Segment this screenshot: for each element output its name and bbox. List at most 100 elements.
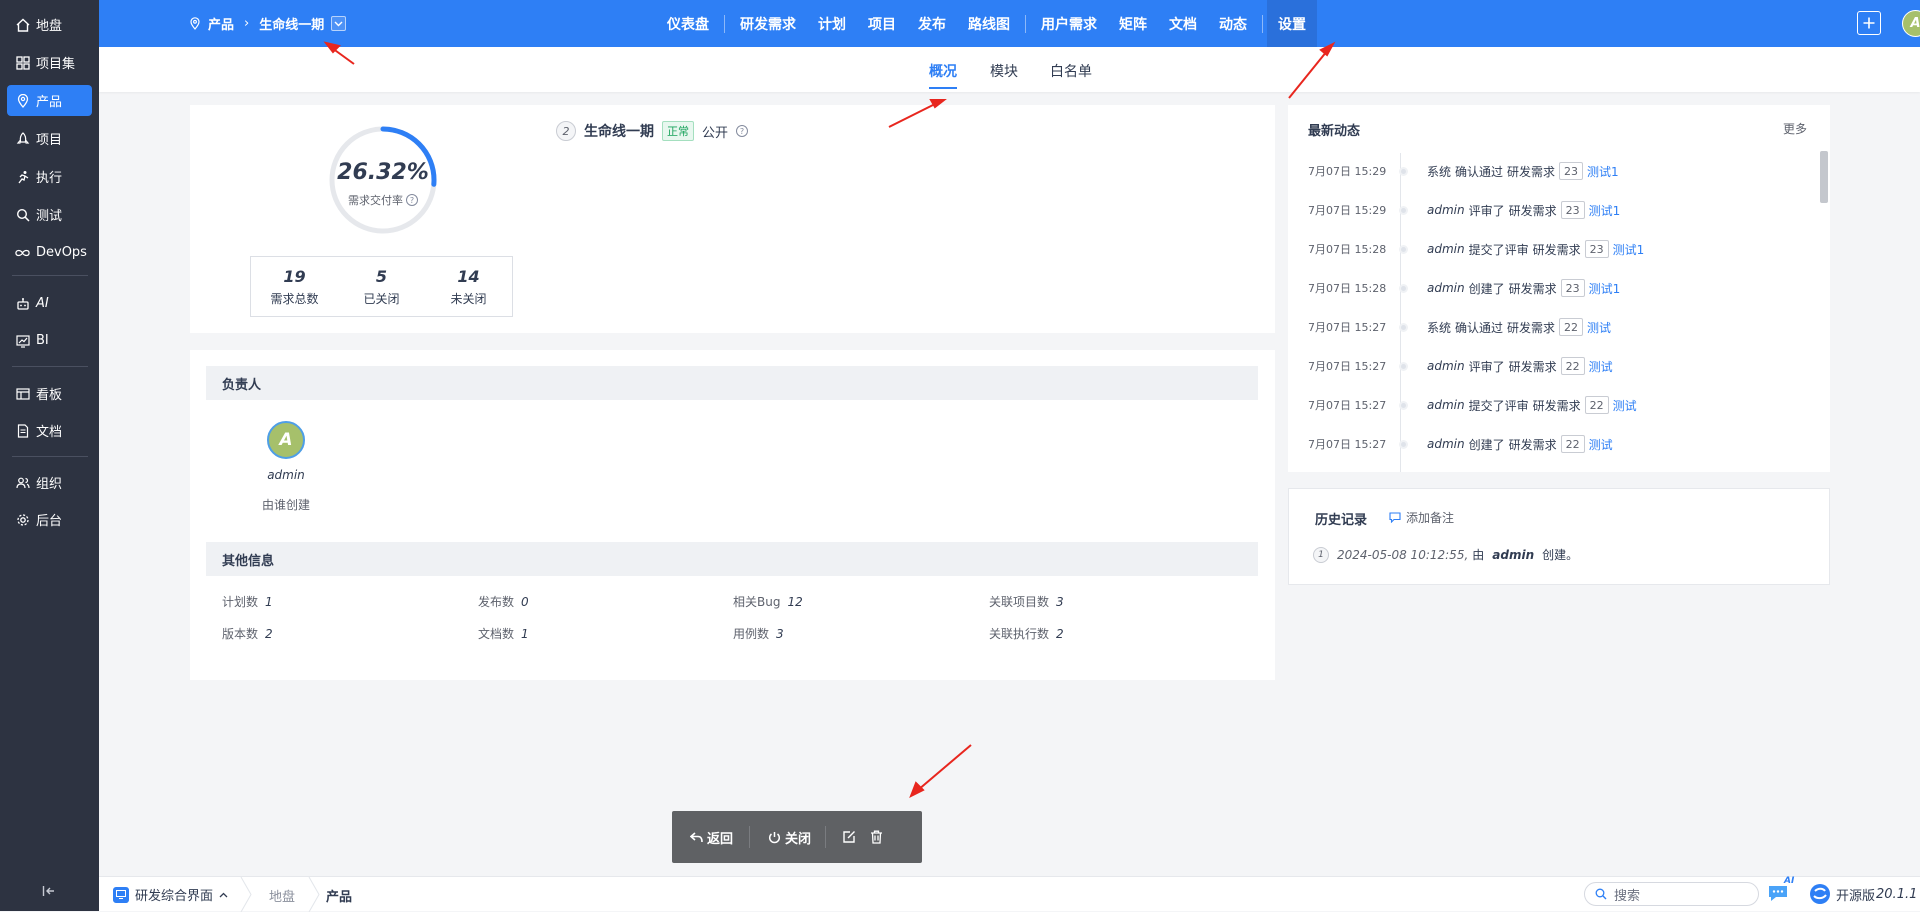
info-bug-count: 相关Bug 12 xyxy=(733,595,803,609)
nav-plan[interactable]: 计划 xyxy=(807,0,857,47)
product-switch-dropdown[interactable] xyxy=(331,16,347,31)
activity-row: 7月07日 15:27 admin 评审了 研发需求 22 测试 xyxy=(1308,356,1828,376)
ai-assistant-button[interactable]: AI xyxy=(1767,876,1794,906)
section-title: 负责人 xyxy=(222,377,262,393)
help-icon[interactable]: ? xyxy=(736,125,749,137)
stat-open[interactable]: 14 未关闭 xyxy=(425,257,512,316)
zentao-logo-icon xyxy=(1810,884,1830,904)
sidebar-item-project[interactable]: 项目 xyxy=(7,123,92,154)
activity-actor: admin xyxy=(1427,203,1465,217)
stat-value: 5 xyxy=(375,266,388,286)
sidebar-item-doc[interactable]: 文档 xyxy=(7,415,92,446)
sidebar-item-label: DevOps xyxy=(36,245,87,260)
sidebar-item-kanban[interactable]: 看板 xyxy=(7,378,92,409)
close-button[interactable]: 关闭 xyxy=(750,811,825,863)
sidebar-item-bi[interactable]: BI xyxy=(7,325,92,356)
nav-separator xyxy=(1262,14,1263,33)
stat-label: 未关闭 xyxy=(450,291,487,306)
power-icon xyxy=(769,831,781,843)
edition-info[interactable]: 开源版 20.1.1 xyxy=(1809,883,1917,905)
edit-button[interactable] xyxy=(826,811,864,863)
stat-closed[interactable]: 5 已关闭 xyxy=(338,257,425,316)
activity-text: 系统 确认通过 研发需求 23 测试1 xyxy=(1427,162,1619,180)
sidebar-item-label: 项目集 xyxy=(36,57,76,72)
activity-row: 7月07日 15:27 系统 确认通过 研发需求 22 测试 xyxy=(1308,317,1828,337)
product-name: 生命线一期 xyxy=(584,124,654,140)
back-button[interactable]: 返回 xyxy=(672,811,749,863)
activity-object-link[interactable]: 测试 xyxy=(1589,358,1613,375)
activity-object-link[interactable]: 测试 xyxy=(1587,319,1611,336)
help-icon[interactable]: ? xyxy=(406,194,418,206)
activity-actor: admin xyxy=(1427,398,1465,412)
sidebar-item-admin[interactable]: 后台 xyxy=(7,504,92,535)
location-pin-icon xyxy=(15,93,30,108)
sidebar-item-product[interactable]: 产品 xyxy=(7,85,92,116)
history-entry-no: 1 xyxy=(1313,546,1329,563)
nav-requirements[interactable]: 研发需求 xyxy=(729,0,807,47)
sidebar-item-ai[interactable]: AI xyxy=(7,288,92,319)
activity-text: admin 提交了评审 研发需求 23 测试1 xyxy=(1427,240,1644,258)
breadcrumb-current[interactable]: 生命线一期 xyxy=(259,14,324,33)
activity-action: 提交了评审 xyxy=(1468,398,1529,413)
sidebar-item-test[interactable]: 测试 xyxy=(7,199,92,230)
collapse-left-icon[interactable] xyxy=(42,885,56,897)
sidebar: 地盘 项目集 产品 项目 执行 测试 DevOps AI BI 看板 文档 组织… xyxy=(0,0,99,911)
activity-object-link[interactable]: 测试1 xyxy=(1613,241,1645,258)
activity-time: 7月07日 15:28 xyxy=(1308,243,1387,256)
stat-value: 14 xyxy=(457,266,480,286)
owner-avatar[interactable]: A xyxy=(267,421,305,459)
sidebar-item-label: 后台 xyxy=(36,514,63,529)
activity-time: 7月07日 15:27 xyxy=(1308,399,1387,412)
add-note-button[interactable]: 添加备注 xyxy=(1389,509,1454,526)
activity-object-id: 23 xyxy=(1584,240,1609,258)
chart-icon xyxy=(15,333,30,348)
sidebar-item-home[interactable]: 地盘 xyxy=(7,9,92,40)
activity-object-id: 22 xyxy=(1560,357,1585,375)
sidebar-item-devops[interactable]: DevOps xyxy=(7,237,92,268)
footer-crumb-product[interactable]: 产品 xyxy=(326,886,352,905)
breadcrumb-root[interactable]: 产品 xyxy=(208,14,234,33)
activity-more-link[interactable]: 更多 xyxy=(1783,120,1807,137)
delete-button[interactable] xyxy=(864,811,893,863)
run-icon xyxy=(15,169,30,184)
tab-overview[interactable]: 概况 xyxy=(929,61,957,81)
activity-object-link[interactable]: 测试1 xyxy=(1589,280,1621,297)
activity-actor: admin xyxy=(1427,359,1465,373)
nav-roadmap[interactable]: 路线图 xyxy=(957,0,1021,47)
tab-whitelist[interactable]: 白名单 xyxy=(1050,61,1092,81)
sidebar-item-program[interactable]: 项目集 xyxy=(7,47,92,78)
nav-release[interactable]: 发布 xyxy=(907,0,957,47)
sidebar-item-label: 执行 xyxy=(36,171,63,186)
history-entry: 1 2024-05-08 10:12:55, 由 admin 创建。 xyxy=(1313,546,1578,563)
activity-object-type: 研发需求 xyxy=(1507,320,1556,335)
sidebar-item-org[interactable]: 组织 xyxy=(7,467,92,498)
activity-object-link[interactable]: 测试1 xyxy=(1589,202,1621,219)
nav-doc[interactable]: 文档 xyxy=(1158,0,1208,47)
nav-matrix[interactable]: 矩阵 xyxy=(1108,0,1158,47)
activity-object-type: 研发需求 xyxy=(1507,164,1556,179)
nav-user-requirements[interactable]: 用户需求 xyxy=(1030,0,1108,47)
tab-active-underline xyxy=(929,87,957,89)
activity-object-id: 22 xyxy=(1559,318,1584,336)
plus-icon xyxy=(1863,17,1875,29)
activity-object-link[interactable]: 测试 xyxy=(1613,397,1637,414)
tab-module[interactable]: 模块 xyxy=(990,61,1018,81)
activity-object-link[interactable]: 测试 xyxy=(1589,436,1613,453)
activity-object-type: 研发需求 xyxy=(1508,359,1557,374)
nav-settings[interactable]: 设置 xyxy=(1267,0,1317,47)
create-button[interactable] xyxy=(1857,11,1881,35)
search-input[interactable]: 搜索 xyxy=(1584,882,1759,906)
user-avatar[interactable]: A xyxy=(1902,10,1920,37)
search-icon xyxy=(1595,888,1607,900)
nav-dynamic[interactable]: 动态 xyxy=(1208,0,1258,47)
activity-object-link[interactable]: 测试1 xyxy=(1587,163,1619,180)
activity-object-type: 研发需求 xyxy=(1508,437,1557,452)
app-switcher[interactable]: 研发综合界面 xyxy=(113,885,228,904)
sidebar-item-execution[interactable]: 执行 xyxy=(7,161,92,192)
history-entry-user: admin xyxy=(1492,547,1535,562)
footer-crumb-home[interactable]: 地盘 xyxy=(269,886,295,905)
nav-project[interactable]: 项目 xyxy=(857,0,907,47)
activity-object-id: 22 xyxy=(1584,396,1609,414)
stat-total[interactable]: 19 需求总数 xyxy=(251,257,338,316)
nav-dashboard[interactable]: 仪表盘 xyxy=(656,0,720,47)
